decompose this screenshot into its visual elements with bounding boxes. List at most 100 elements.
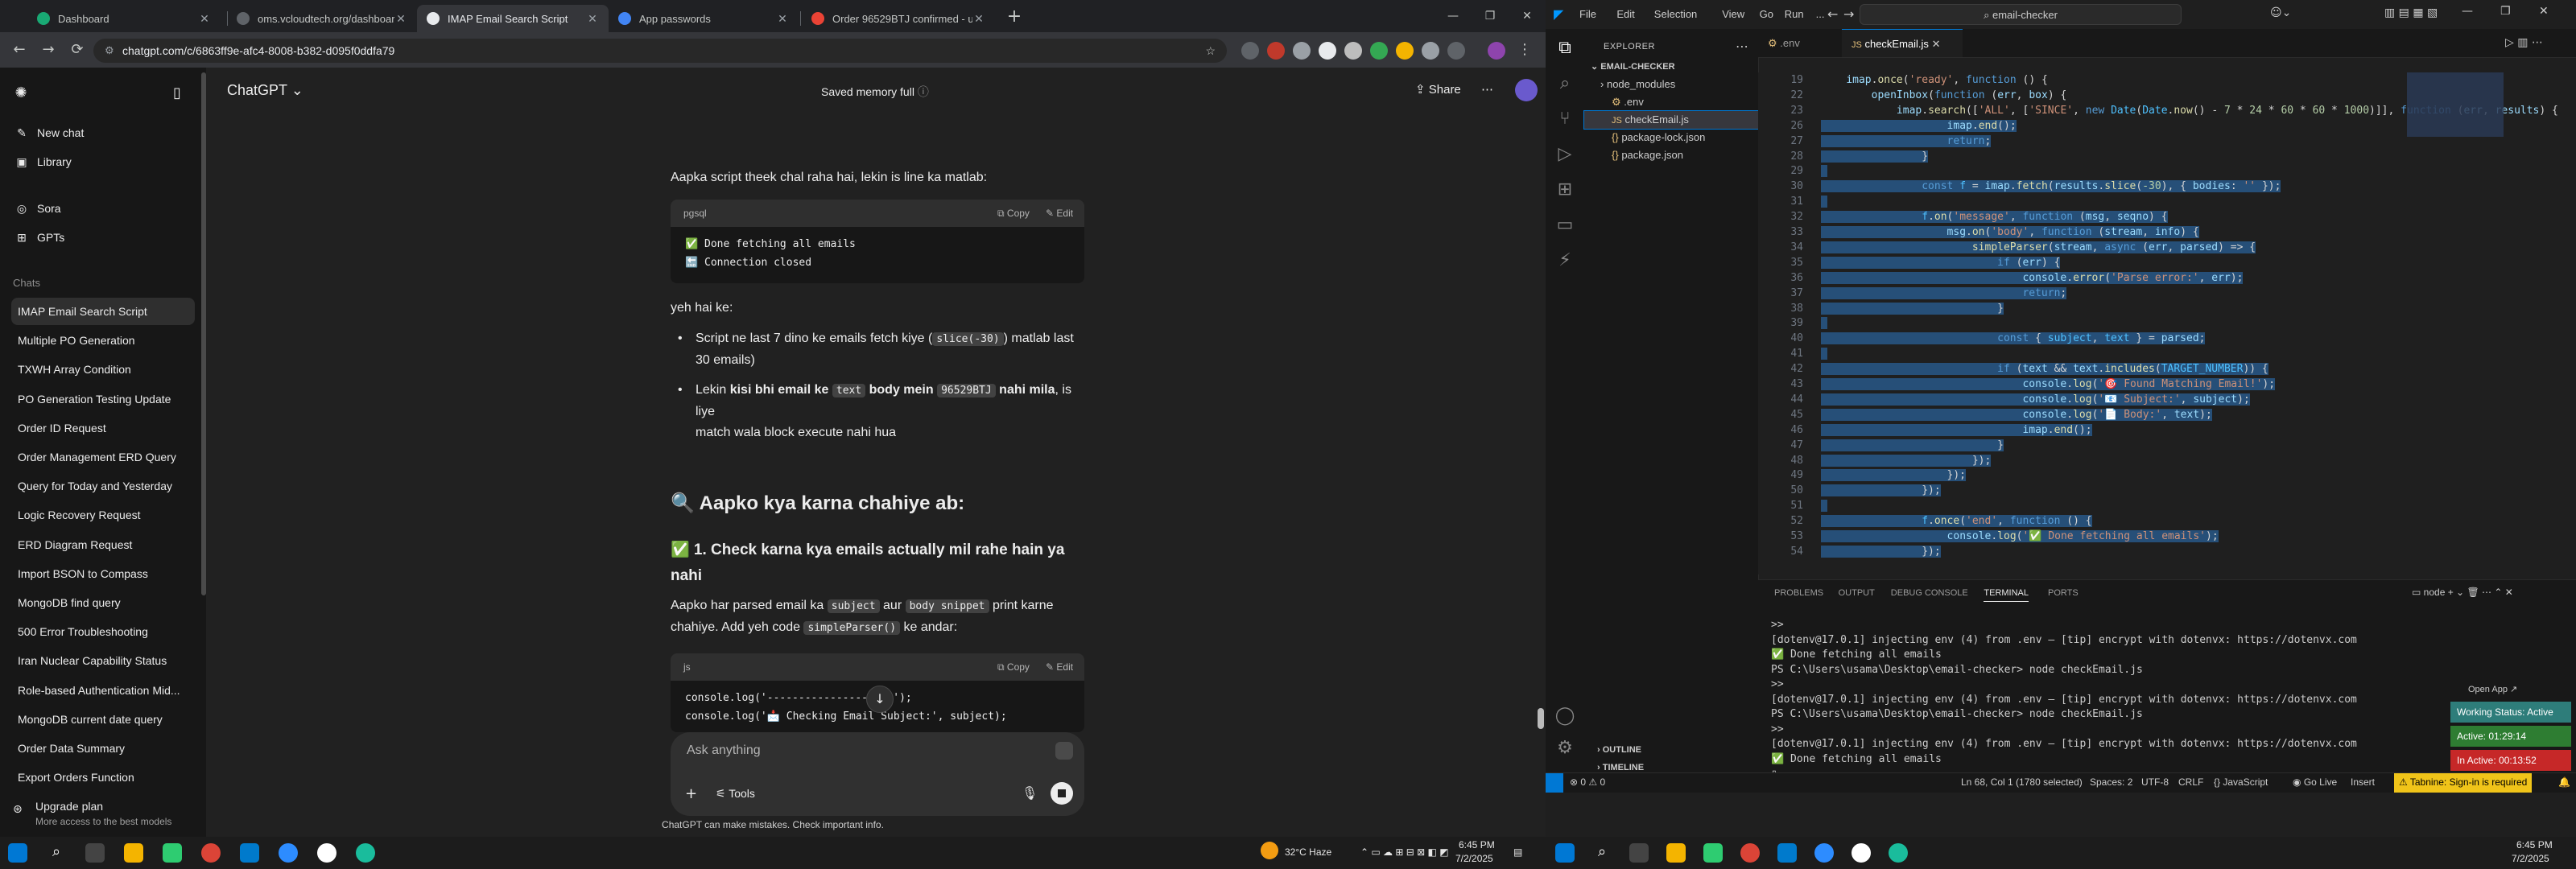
page-scrollbar[interactable] (1538, 708, 1544, 729)
tree-item-env[interactable]: ⚙ .env (1584, 93, 1758, 111)
copilot-icon[interactable]: ☺⌄ (2270, 6, 2291, 19)
explorer-icon[interactable]: ⧉ (1554, 37, 1576, 60)
prompt-input[interactable]: Ask anything (687, 743, 761, 758)
copy-button[interactable]: ⧉ Copy (997, 661, 1030, 673)
chrome-menu-icon[interactable]: ⋮ (1513, 39, 1536, 61)
back-icon[interactable]: ← (8, 39, 31, 61)
model-selector[interactable]: ChatGPT ⌄ (227, 82, 303, 99)
app-icon[interactable] (317, 843, 336, 863)
memory-status[interactable]: Saved memory full ⓘ (821, 84, 929, 100)
chat-history-item[interactable]: ERD Diagram Request (11, 531, 195, 558)
profile-avatar[interactable] (1488, 42, 1505, 60)
source-control-icon[interactable]: ⑂ (1554, 108, 1576, 130)
app-icon[interactable] (356, 843, 375, 863)
panel-tab-ports[interactable]: PORTS (2048, 588, 2079, 598)
panel-tab-terminal[interactable]: TERMINAL (1984, 588, 2029, 602)
code-editor[interactable]: 19 imap.once('ready', function () {22 op… (1758, 72, 2576, 575)
command-center-search[interactable]: ⌕ email-checker (1860, 4, 2182, 25)
chat-history-item[interactable]: PO Generation Testing Update (11, 385, 195, 413)
copy-button[interactable]: ⧉ Copy (997, 208, 1030, 220)
browser-tab-oms[interactable]: oms.vcloudtech.org/dashboard ✕ (227, 5, 417, 32)
extension-icon[interactable] (1447, 42, 1465, 60)
project-folder[interactable]: ⌄ EMAIL-CHECKER (1584, 58, 1758, 76)
indentation[interactable]: Spaces: 2 (2090, 776, 2132, 788)
openai-logo-icon[interactable]: ✺ (10, 82, 32, 105)
chrome-icon[interactable] (1740, 843, 1760, 863)
browser-tab-dashboard[interactable]: Dashboard ✕ (27, 5, 221, 32)
language-mode[interactable]: {} JavaScript (2214, 776, 2268, 788)
chat-history-item[interactable]: IMAP Email Search Script (11, 298, 195, 325)
new-tab-button[interactable]: + (1003, 6, 1026, 29)
tabnine-status[interactable]: ⚠ Tabnine: Sign-in is required (2394, 773, 2533, 793)
chat-history-item[interactable]: MongoDB current date query (11, 706, 195, 733)
menu-item-view[interactable]: View (1722, 8, 1744, 20)
copilot-icon[interactable]: ⚡ (1554, 249, 1576, 272)
browser-tab-imap-script[interactable]: IMAP Email Search Script ✕ (417, 5, 609, 32)
menu-item-go[interactable]: Go (1760, 8, 1773, 20)
extensions-icon[interactable]: ⊞ (1554, 179, 1576, 201)
chat-history-item[interactable]: TXWH Array Condition (11, 356, 195, 383)
extensions-puzzle-icon[interactable] (1422, 42, 1439, 60)
minimize-icon[interactable]: — (2462, 5, 2473, 18)
gear-icon[interactable]: ⚙ (1554, 737, 1576, 760)
app-icon[interactable] (1852, 843, 1871, 863)
chat-history-item[interactable]: MongoDB find query (11, 589, 195, 616)
encoding[interactable]: UTF-8 (2141, 776, 2169, 788)
forward-icon[interactable]: → (37, 39, 60, 61)
chat-history-item[interactable]: Order Data Summary (11, 735, 195, 762)
zoom-icon[interactable] (1814, 843, 1834, 863)
close-window-icon[interactable]: ✕ (1509, 0, 1546, 32)
chrome-icon[interactable] (201, 843, 221, 863)
close-icon[interactable]: ✕ (1932, 38, 1941, 50)
open-app-link[interactable]: Open App ↗ (2462, 682, 2576, 697)
chat-history-item[interactable]: Export Orders Function (11, 764, 195, 791)
extension-icon[interactable] (1396, 42, 1414, 60)
back-icon[interactable]: ← (1827, 6, 1838, 22)
more-options-icon[interactable]: ⋯ (1481, 82, 1493, 97)
panel-tab-debug-console[interactable]: DEBUG CONSOLE (1891, 588, 1968, 598)
maximize-icon[interactable]: ❐ (2500, 5, 2511, 18)
chat-history-item[interactable]: Role-based Authentication Mid... (11, 677, 195, 704)
go-live-button[interactable]: ◉ Go Live (2293, 776, 2337, 788)
menu-item-file[interactable]: File (1579, 8, 1596, 20)
tab-checkemail[interactable]: JS checkEmail.js ✕ (1842, 29, 1963, 57)
terminal-selector[interactable]: ▭ node + ⌄ 🗑 ⋯ ⌃ ✕ (2412, 587, 2513, 598)
more-actions-icon[interactable]: ⋯ (1736, 39, 1748, 54)
system-tray-icons[interactable]: ⌃ ▭ ☁ ⊞ ⊟ ⊠ ◧ ◩ (1360, 846, 1449, 858)
store-icon[interactable] (1703, 843, 1723, 863)
close-icon[interactable]: ✕ (586, 12, 599, 26)
run-debug-icon[interactable]: ▷ (1554, 143, 1576, 166)
line-ending[interactable]: CRLF (2178, 776, 2203, 788)
tree-item-package[interactable]: {} package.json (1584, 146, 1758, 164)
file-explorer-icon[interactable] (124, 843, 143, 863)
menu-item-edit[interactable]: Edit (1616, 8, 1634, 20)
bell-icon[interactable]: 🔔 (2558, 776, 2570, 788)
tab-env[interactable]: ⚙ .env (1758, 29, 1842, 57)
new-chat-button[interactable]: ✎ New chat (11, 119, 195, 146)
chat-history-item[interactable]: Query for Today and Yesterday (11, 472, 195, 500)
close-window-icon[interactable]: ✕ (2539, 5, 2549, 18)
notifications-icon[interactable]: ▤ (1513, 846, 1522, 858)
run-file-icon[interactable]: ▷ ▥ ⋯ (2505, 36, 2543, 49)
close-icon[interactable]: ✕ (394, 12, 407, 26)
tree-item-node-modules[interactable]: › node_modules (1584, 76, 1758, 93)
timeline-section[interactable]: › TIMELINE (1597, 763, 1644, 772)
minimap[interactable] (2407, 72, 2504, 137)
reload-icon[interactable]: ⟳ (66, 39, 89, 61)
edit-button[interactable]: ✎ Edit (1046, 208, 1073, 219)
layout-controls-icon[interactable]: ▥ ▤ ▦ ▧ (2384, 6, 2438, 19)
cursor-position[interactable]: Ln 68, Col 1 (1780 selected) (1961, 776, 2083, 788)
panel-tab-problems[interactable]: PROBLEMS (1774, 588, 1823, 598)
sidebar-scrollbar[interactable] (201, 72, 206, 595)
library-button[interactable]: ▣ Library (11, 148, 195, 175)
browser-tab-app-passwords[interactable]: App passwords ✕ (609, 5, 799, 32)
chat-history-item[interactable]: Order ID Request (11, 414, 195, 442)
menu-item-run[interactable]: Run (1785, 8, 1804, 20)
insert-mode[interactable]: Insert (2351, 776, 2375, 788)
clock-date[interactable]: 7/2/2025 (2512, 853, 2549, 864)
close-icon[interactable]: ✕ (972, 12, 985, 26)
outline-section[interactable]: › OUTLINE (1597, 745, 1641, 755)
chat-history-item[interactable]: Order Management ERD Query (11, 443, 195, 471)
remote-explorer-icon[interactable]: ▭ (1554, 214, 1576, 237)
site-info-icon[interactable]: ⚙ (105, 39, 114, 63)
